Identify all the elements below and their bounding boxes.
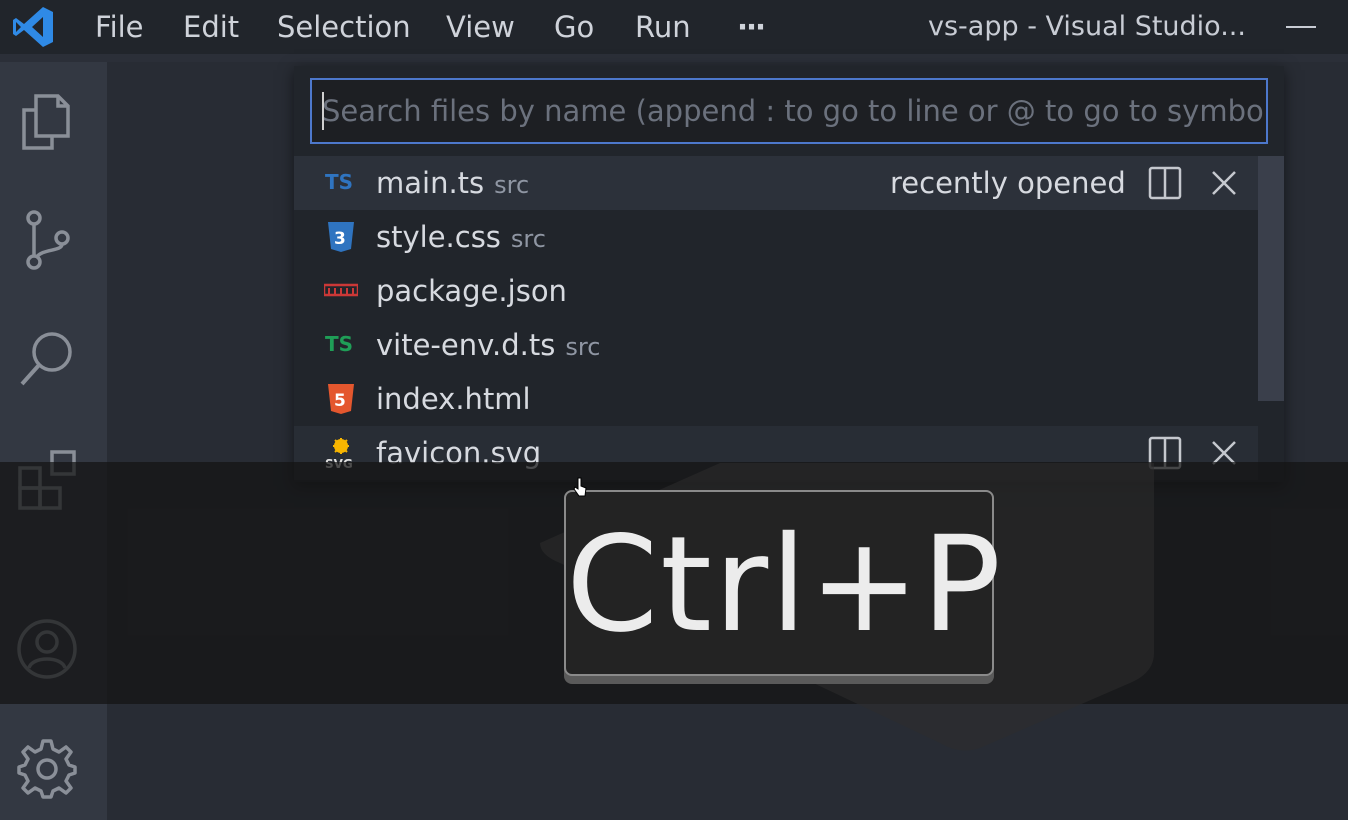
list-item[interactable]: TS vite-env.d.ts src	[294, 318, 1258, 372]
menu-selection[interactable]: Selection	[277, 10, 411, 44]
quick-open-list: TS main.ts src recently opened 3 style.cs…	[294, 156, 1258, 480]
svg-text:TS: TS	[325, 332, 353, 356]
scrollbar[interactable]	[1258, 156, 1284, 401]
file-description: src	[565, 333, 601, 361]
keycap-ctrl-p: Ctrl+P	[564, 490, 1001, 676]
file-name: style.css	[376, 220, 501, 254]
recently-opened-label: recently opened	[890, 166, 1126, 200]
npm-icon	[324, 283, 358, 297]
gear-icon[interactable]	[14, 736, 80, 802]
quick-open-panel: Search files by name (append : to go to …	[294, 66, 1284, 482]
window-title: vs-app - Visual Studio...	[928, 11, 1246, 42]
file-name: vite-env.d.ts	[376, 328, 556, 362]
typescript-def-icon: TS	[325, 332, 353, 356]
svg-text:5: 5	[334, 391, 346, 411]
close-icon[interactable]	[1208, 167, 1240, 199]
file-description: src	[510, 225, 546, 253]
list-item[interactable]: package.json	[294, 264, 1258, 318]
file-name: main.ts	[376, 166, 485, 200]
list-item[interactable]: TS main.ts src recently opened	[294, 156, 1258, 210]
menu-go[interactable]: Go	[554, 10, 594, 44]
mouse-pointer-icon	[573, 477, 587, 497]
menu-view[interactable]: View	[446, 10, 515, 44]
menu-edit[interactable]: Edit	[183, 10, 239, 44]
file-description: src	[494, 171, 530, 199]
source-control-icon[interactable]	[14, 206, 80, 272]
typescript-icon: TS	[325, 170, 353, 194]
minimize-button[interactable]	[1286, 26, 1316, 28]
quick-open-input[interactable]: Search files by name (append : to go to …	[310, 78, 1268, 144]
vscode-logo-icon[interactable]	[10, 4, 56, 50]
activity-bar	[0, 62, 107, 820]
split-editor-icon[interactable]	[1148, 166, 1182, 200]
svg-text:3: 3	[334, 229, 346, 249]
css-icon: 3	[328, 222, 354, 252]
search-icon[interactable]	[14, 326, 80, 392]
menu-file[interactable]: File	[95, 10, 144, 44]
title-bar: File Edit Selection View Go Run ··· vs-a…	[0, 0, 1348, 54]
svg-text:TS: TS	[325, 170, 353, 194]
files-icon[interactable]	[14, 88, 80, 154]
file-name: package.json	[376, 274, 567, 308]
list-item[interactable]: 5 index.html	[294, 372, 1258, 426]
list-item[interactable]: 3 style.css src	[294, 210, 1258, 264]
html-icon: 5	[328, 384, 354, 414]
file-name: index.html	[376, 382, 531, 416]
menu-more[interactable]: ···	[737, 10, 766, 44]
menu-run[interactable]: Run	[635, 10, 691, 44]
